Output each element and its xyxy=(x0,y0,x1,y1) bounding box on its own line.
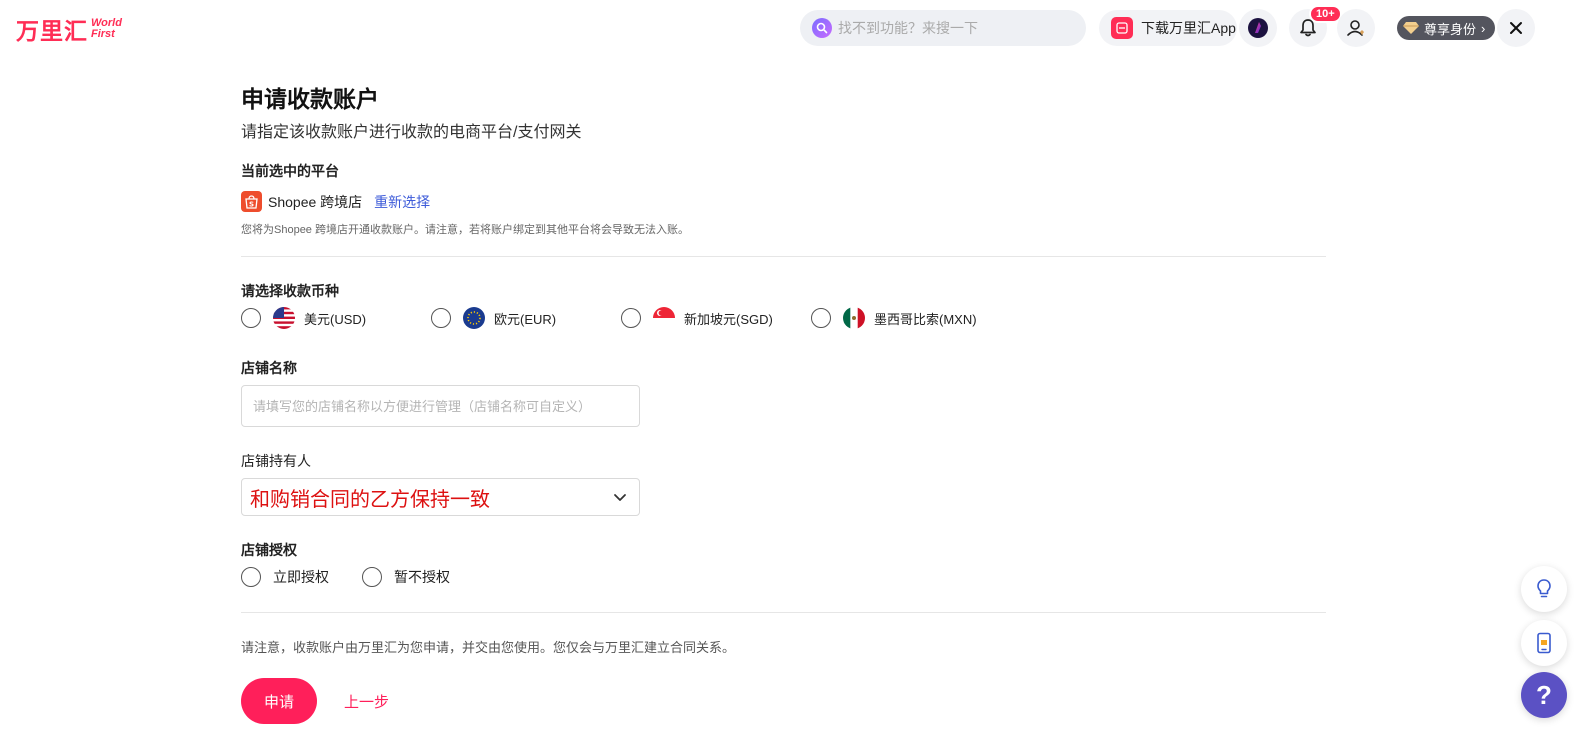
auth-label-now: 立即授权 xyxy=(273,569,329,585)
download-app-label: 下载万里汇App xyxy=(1141,20,1236,36)
currency-radio-sgd[interactable] xyxy=(621,308,641,328)
auth-label-later: 暂不授权 xyxy=(394,569,450,585)
currency-radio-usd[interactable] xyxy=(241,308,261,328)
store-name-input[interactable] xyxy=(241,385,640,427)
notification-button[interactable]: 10+ xyxy=(1289,5,1342,47)
reselect-platform-link[interactable]: 重新选择 xyxy=(374,192,430,212)
currency-options: 美元(USD) 欧元(EUR) 新加坡元(SGD) 墨西哥比索(MXN) xyxy=(241,307,1001,329)
search-icon xyxy=(812,18,832,38)
currency-label-mxn: 墨西哥比索(MXN) xyxy=(874,311,977,327)
worldfirst-logo[interactable]: 万里汇 World First xyxy=(16,12,122,46)
contract-note: 请注意，收款账户由万里汇为您申请，并交由您使用。您仅会与万里汇建立合同关系。 xyxy=(241,640,736,655)
us-flag-icon xyxy=(273,307,295,329)
tips-button[interactable] xyxy=(1521,566,1567,612)
store-holder-select[interactable]: 和购销合同的乙方保持一致 xyxy=(241,478,640,516)
lightbulb-icon xyxy=(1537,579,1551,598)
selected-platform: S Shopee 跨境店 重新选择 xyxy=(241,191,430,212)
currency-radio-mxn[interactable] xyxy=(811,308,831,328)
platform-note: 您将为Shopee 跨境店开通收款账户。请注意，若将账户绑定到其他平台将会导致无… xyxy=(241,224,689,236)
previous-step-link[interactable]: 上一步 xyxy=(344,691,389,712)
currency-radio-eur[interactable] xyxy=(431,308,451,328)
currency-label-usd: 美元(USD) xyxy=(304,311,367,327)
store-holder-value: 和购销合同的乙方保持一致 xyxy=(250,486,490,511)
mobile-app-button[interactable] xyxy=(1521,620,1567,666)
store-name-label: 店铺名称 xyxy=(241,360,297,376)
auth-radio-now[interactable] xyxy=(241,567,261,587)
auth-option-now[interactable]: 立即授权 xyxy=(241,567,329,587)
platform-name: Shopee 跨境店 xyxy=(268,193,363,210)
currency-label-sgd: 新加坡元(SGD) xyxy=(684,311,773,327)
currency-option-sgd[interactable]: 新加坡元(SGD) xyxy=(621,307,811,329)
store-holder-label: 店铺持有人 xyxy=(241,453,311,469)
auth-radio-later[interactable] xyxy=(362,567,382,587)
currency-option-mxn[interactable]: 墨西哥比索(MXN) xyxy=(811,307,1001,329)
apply-button[interactable]: 申请 xyxy=(241,678,317,724)
mx-flag-icon xyxy=(843,307,865,329)
eu-flag-icon xyxy=(463,307,485,329)
close-button[interactable] xyxy=(1497,9,1535,47)
currency-option-eur[interactable]: 欧元(EUR) xyxy=(431,307,621,329)
auth-option-later[interactable]: 暂不授权 xyxy=(362,567,450,587)
download-app-button[interactable]: 下载万里汇App xyxy=(1099,10,1237,46)
search-placeholder: 找不到功能？来搜一下 xyxy=(838,20,978,36)
diamond-icon xyxy=(1403,22,1419,34)
phone-icon xyxy=(1537,632,1551,654)
vip-label: 尊享身份 xyxy=(1424,21,1477,37)
currency-label-eur: 欧元(EUR) xyxy=(494,311,557,327)
search-bar[interactable]: 找不到功能？来搜一下 xyxy=(800,10,1086,46)
shopee-icon: S xyxy=(241,191,262,212)
ai-assistant-icon xyxy=(1248,18,1268,38)
currency-section-title: 请选择收款币种 xyxy=(241,283,339,299)
chevron-right-icon: › xyxy=(1481,20,1486,36)
section-divider xyxy=(241,256,1326,257)
platform-section-title: 当前选中的平台 xyxy=(241,163,339,179)
logo-text-en: World First xyxy=(91,17,122,40)
account-button[interactable] xyxy=(1337,9,1375,47)
section-divider xyxy=(241,612,1326,613)
store-auth-options: 立即授权 暂不授权 xyxy=(241,567,483,587)
store-auth-label: 店铺授权 xyxy=(241,542,297,558)
currency-option-usd[interactable]: 美元(USD) xyxy=(241,307,431,329)
notification-count-badge: 10+ xyxy=(1309,5,1342,23)
chevron-down-icon xyxy=(614,494,626,501)
logo-text-cn: 万里汇 xyxy=(16,19,88,45)
page-subtitle: 请指定该收款账户进行收款的电商平台/支付网关 xyxy=(241,124,582,141)
vip-status-badge[interactable]: 尊享身份 › xyxy=(1397,16,1495,40)
ai-assistant-button[interactable] xyxy=(1239,9,1277,47)
help-button[interactable]: ? xyxy=(1521,672,1567,718)
page-title: 申请收款账户 xyxy=(241,86,379,112)
close-icon xyxy=(1510,22,1522,34)
svg-text:S: S xyxy=(249,200,254,208)
sg-flag-icon xyxy=(653,307,675,329)
app-icon xyxy=(1111,17,1133,39)
user-icon xyxy=(1347,20,1364,36)
